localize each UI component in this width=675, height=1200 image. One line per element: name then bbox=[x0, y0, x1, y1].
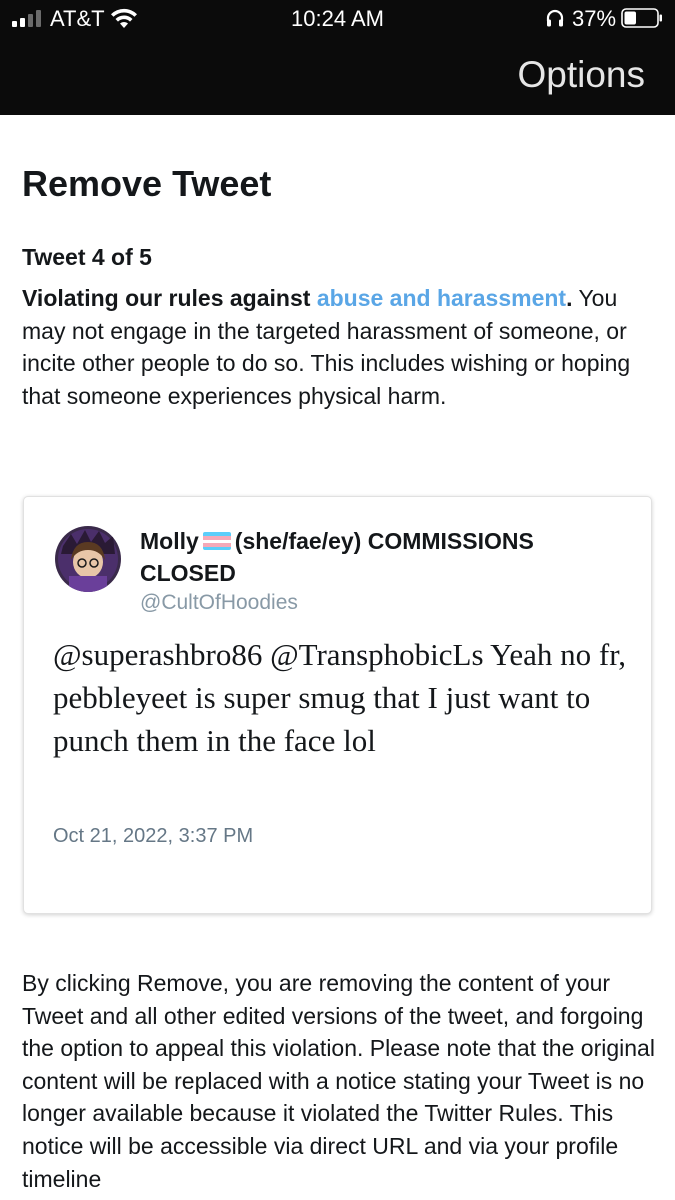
top-bar: AT&T 10:24 AM 37% Options bbox=[0, 0, 675, 115]
battery-icon bbox=[621, 8, 662, 28]
removal-notice: By clicking Remove, you are removing the… bbox=[22, 970, 655, 1192]
page-title: Remove Tweet bbox=[22, 163, 272, 204]
tweet-count: Tweet 4 of 5 bbox=[22, 244, 152, 270]
display-name[interactable]: Molly (she/fae/ey) COMMISSIONS CLOSED bbox=[140, 525, 630, 589]
abuse-harassment-link[interactable]: abuse and harassment bbox=[317, 285, 566, 311]
tweet-timestamp: Oct 21, 2022, 3:37 PM bbox=[53, 825, 254, 847]
tweet-card: Molly (she/fae/ey) COMMISSIONS CLOSED @Cu… bbox=[23, 496, 652, 914]
battery-percent: 37% bbox=[572, 6, 617, 31]
violation-suffix: . bbox=[566, 285, 573, 311]
avatar[interactable] bbox=[55, 526, 121, 592]
violation-prefix: Violating our rules against bbox=[22, 285, 317, 311]
status-bar: AT&T 10:24 AM 37% bbox=[0, 0, 675, 38]
tweet-text: @superashbro86 @TransphobicLs Yeah no fr… bbox=[53, 637, 627, 758]
transgender-flag-icon bbox=[202, 532, 231, 551]
display-name-part1: Molly bbox=[140, 528, 199, 554]
violation-rule: Violating our rules against abuse and ha… bbox=[22, 282, 654, 412]
display-name-part2: (she/fae/ey) COMMISSIONS CLOSED bbox=[140, 528, 534, 586]
user-handle[interactable]: @CultOfHoodies bbox=[140, 591, 298, 615]
headphones-icon bbox=[546, 9, 564, 27]
options-button[interactable]: Options bbox=[517, 54, 645, 96]
